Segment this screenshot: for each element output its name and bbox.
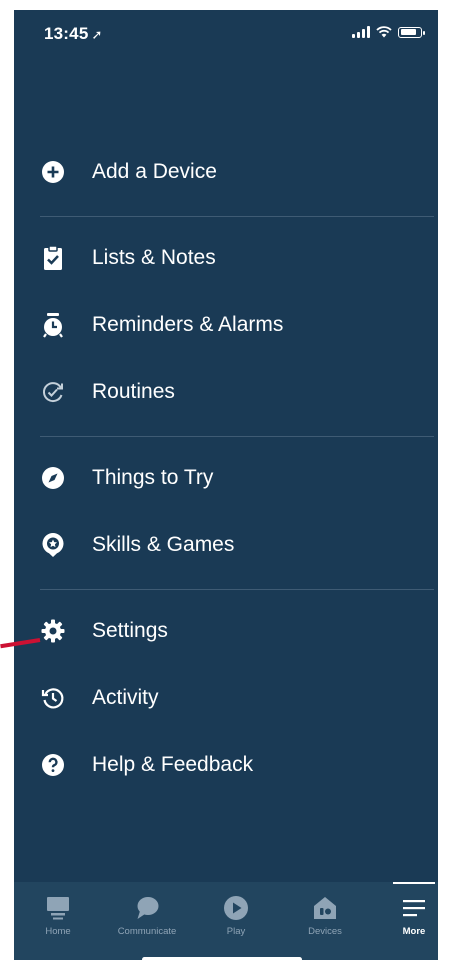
signal-icon xyxy=(352,26,370,38)
menu-item-label: Reminders & Alarms xyxy=(92,313,284,336)
tab-more[interactable]: More xyxy=(372,882,438,960)
status-icons xyxy=(352,26,425,38)
menu-item-reminders-alarms[interactable]: Reminders & Alarms xyxy=(40,303,430,347)
menu-item-help-feedback[interactable]: Help & Feedback xyxy=(40,743,430,787)
routines-icon xyxy=(40,379,66,405)
menu-item-routines[interactable]: Routines xyxy=(40,370,430,414)
help-icon xyxy=(40,752,66,778)
wifi-icon xyxy=(376,26,392,38)
play-icon xyxy=(223,894,249,922)
gear-icon xyxy=(40,618,66,644)
history-icon xyxy=(40,685,66,711)
home-indicator xyxy=(142,957,302,962)
divider xyxy=(40,216,434,217)
menu-item-label: Add a Device xyxy=(92,160,217,183)
menu-item-skills-games[interactable]: Skills & Games xyxy=(40,523,430,567)
tab-communicate[interactable]: Communicate xyxy=(105,882,189,960)
tab-label: Home xyxy=(45,926,71,937)
tab-label: Devices xyxy=(308,926,342,937)
menu-item-label: Things to Try xyxy=(92,466,214,489)
tab-devices[interactable]: Devices xyxy=(283,882,367,960)
menu-item-add-device[interactable]: Add a Device xyxy=(40,150,430,194)
status-time: 13:45 ➚ xyxy=(44,24,103,44)
menu-item-activity[interactable]: Activity xyxy=(40,676,430,720)
menu-item-label: Settings xyxy=(92,619,168,642)
menu-item-things-to-try[interactable]: Things to Try xyxy=(40,456,430,500)
menu-item-label: Skills & Games xyxy=(92,533,235,556)
alarm-clock-icon xyxy=(40,312,66,338)
tab-play[interactable]: Play xyxy=(194,882,278,960)
menu-item-label: Activity xyxy=(92,686,159,709)
status-time-text: 13:45 xyxy=(44,24,89,43)
tab-label: Communicate xyxy=(117,926,177,937)
tab-home[interactable]: Home xyxy=(16,882,100,960)
active-tab-indicator xyxy=(393,882,435,884)
location-arrow-icon: ➚ xyxy=(91,27,103,42)
menu-lines-icon xyxy=(401,894,427,922)
chat-bubble-icon xyxy=(134,894,160,922)
battery-icon xyxy=(398,26,425,38)
menu-item-label: Lists & Notes xyxy=(92,246,216,269)
clipboard-check-icon xyxy=(40,245,66,271)
menu-item-label: Routines xyxy=(92,380,175,403)
compass-icon xyxy=(40,465,66,491)
skills-star-icon xyxy=(40,532,66,558)
menu-item-settings[interactable]: Settings xyxy=(40,609,430,653)
tab-bar: Home Communicate Play Devices More xyxy=(14,882,438,960)
tab-label: Play xyxy=(226,926,246,937)
home-icon xyxy=(45,894,71,922)
status-bar: 13:45 ➚ xyxy=(14,10,438,58)
menu-item-label: Help & Feedback xyxy=(92,753,254,776)
tab-label: More xyxy=(402,926,426,937)
divider xyxy=(40,436,434,437)
add-circle-icon xyxy=(40,159,66,185)
menu-item-lists-notes[interactable]: Lists & Notes xyxy=(40,236,430,280)
divider xyxy=(40,589,434,590)
devices-icon xyxy=(312,894,338,922)
app-screen: 13:45 ➚ Add a Device Lists & Notes Remin… xyxy=(14,10,438,960)
